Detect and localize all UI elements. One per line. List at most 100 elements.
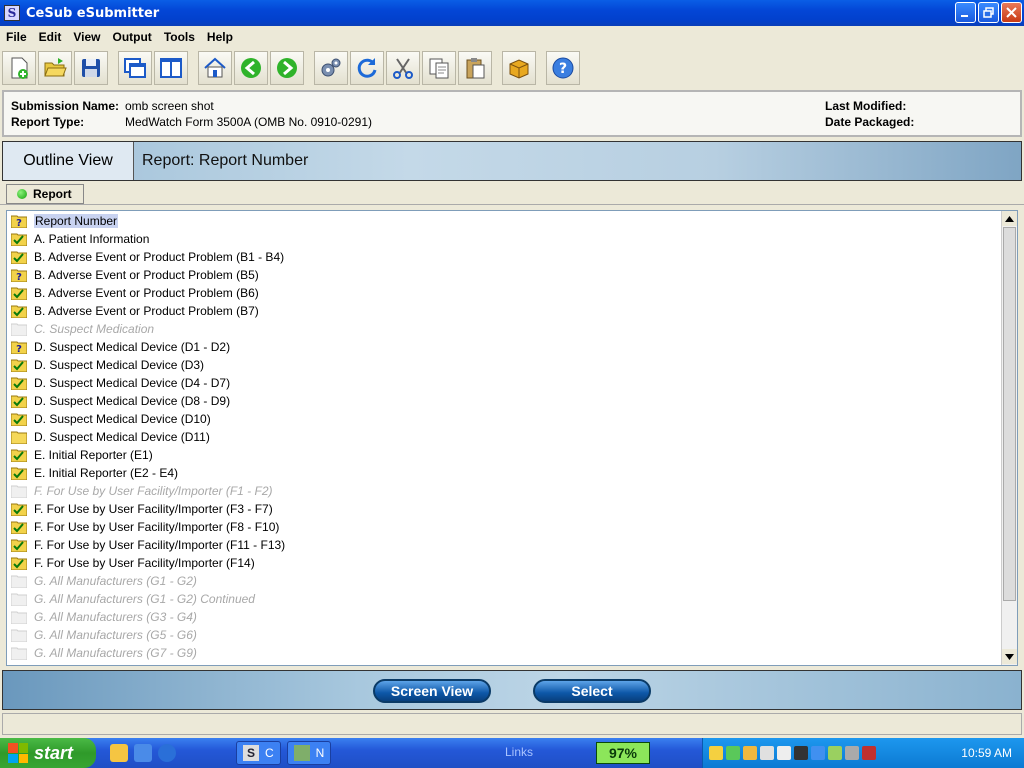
links-toolbar[interactable]: Links <box>505 745 533 759</box>
tray-icon[interactable] <box>845 746 859 760</box>
folder-check-icon <box>10 466 28 481</box>
tree-item-label: G. All Manufacturers (G1 - G2) <box>34 574 197 588</box>
copy-button[interactable] <box>422 51 456 85</box>
menu-output[interactable]: Output <box>112 30 151 44</box>
task-2-label: N <box>315 746 325 760</box>
outline-view-tab[interactable]: Outline View <box>3 142 134 180</box>
tray-icon[interactable] <box>726 746 740 760</box>
cut-button[interactable] <box>386 51 420 85</box>
outline-title: Report: Report Number <box>142 152 309 169</box>
settings-gears-icon <box>321 58 341 77</box>
tree-item-label: G. All Manufacturers (G1 - G2) Continued <box>34 592 255 606</box>
tray-icon[interactable] <box>760 746 774 760</box>
menu-file[interactable]: File <box>6 30 27 44</box>
tree-item[interactable]: F. For Use by User Facility/Importer (F1… <box>10 482 272 500</box>
menu-help[interactable]: Help <box>207 30 233 44</box>
paste-button[interactable] <box>458 51 492 85</box>
tree-item[interactable]: G. All Manufacturers (G5 - G6) <box>10 626 197 644</box>
select-button[interactable]: Select <box>533 679 651 703</box>
quick-launch-icon[interactable] <box>134 744 152 762</box>
tree-item[interactable]: D. Suspect Medical Device (D4 - D7) <box>10 374 230 392</box>
folder-check-icon <box>10 376 28 391</box>
minimize-button[interactable] <box>955 2 976 23</box>
tray-icon[interactable] <box>777 746 791 760</box>
menu-edit[interactable]: Edit <box>39 30 62 44</box>
restore-button[interactable] <box>978 2 999 23</box>
tree-item-label: D. Suspect Medical Device (D8 - D9) <box>34 394 231 408</box>
refresh-icon <box>357 58 377 78</box>
close-button[interactable] <box>1001 2 1022 23</box>
folder-check-icon <box>10 448 28 463</box>
tree-item[interactable]: E. Initial Reporter (E1) <box>10 446 153 464</box>
tree-item[interactable]: ? B. Adverse Event or Product Problem (B5… <box>10 266 259 284</box>
save-button[interactable] <box>74 51 108 85</box>
report-type-value: MedWatch Form 3500A (OMB No. 0910-0291) <box>125 115 372 129</box>
save-icon <box>82 59 100 77</box>
tree-item[interactable]: G. All Manufacturers (G7 - G9) <box>10 644 197 662</box>
menu-view[interactable]: View <box>73 30 100 44</box>
folder-disabled-icon <box>10 628 28 643</box>
tray-icon[interactable] <box>862 746 876 760</box>
tree-item[interactable]: D. Suspect Medical Device (D11) <box>10 428 210 446</box>
folder-check-icon <box>10 538 28 553</box>
tree-item[interactable]: D. Suspect Medical Device (D8 - D9) <box>10 392 231 410</box>
menu-tools[interactable]: Tools <box>164 30 195 44</box>
tray-icon[interactable] <box>811 746 825 760</box>
tree-item[interactable]: F. For Use by User Facility/Importer (F1… <box>10 554 255 572</box>
folder-check-icon <box>10 358 28 373</box>
tree-item[interactable]: C. Suspect Medication <box>10 320 155 338</box>
folder-disabled-icon <box>10 484 28 499</box>
internet-explorer-icon[interactable] <box>158 744 176 762</box>
tree-item-label: B. Adverse Event or Product Problem (B6) <box>34 286 259 300</box>
folder-check-icon <box>10 232 28 247</box>
tree-item[interactable]: B. Adverse Event or Product Problem (B7) <box>10 302 259 320</box>
back-button[interactable] <box>234 51 268 85</box>
tree-item[interactable]: E. Initial Reporter (E2 - E4) <box>10 464 178 482</box>
tree-item-label: Report Number <box>34 214 119 228</box>
folder-check-icon <box>10 556 28 571</box>
settings-button[interactable] <box>314 51 348 85</box>
open-folder-button[interactable] <box>38 51 72 85</box>
scroll-thumb[interactable] <box>1003 227 1016 601</box>
tray-icon[interactable] <box>828 746 842 760</box>
tree-item[interactable]: G. All Manufacturers (G1 - G2) <box>10 572 197 590</box>
refresh-button[interactable] <box>350 51 384 85</box>
home-button[interactable] <box>198 51 232 85</box>
open-folder-icon <box>44 58 67 77</box>
start-button[interactable]: start <box>0 738 96 768</box>
scroll-down-button[interactable] <box>1002 649 1017 664</box>
tree-item[interactable]: G. All Manufacturers (G1 - G2) Continued <box>10 590 255 608</box>
tree-item[interactable]: A. Patient Information <box>10 230 149 248</box>
tree-item[interactable]: F. For Use by User Facility/Importer (F8… <box>10 518 279 536</box>
tree-item[interactable]: F. For Use by User Facility/Importer (F1… <box>10 536 285 554</box>
tree-item[interactable]: D. Suspect Medical Device (D10) <box>10 410 211 428</box>
tree-item-label: C. Suspect Medication <box>34 322 155 336</box>
help-button[interactable]: ? <box>546 51 580 85</box>
forward-button[interactable] <box>270 51 304 85</box>
report-tab[interactable]: Report <box>6 184 84 204</box>
tree-item[interactable]: D. Suspect Medical Device (D3) <box>10 356 204 374</box>
tree-item[interactable]: B. Adverse Event or Product Problem (B6) <box>10 284 259 302</box>
new-document-button[interactable] <box>2 51 36 85</box>
screen-view-button[interactable]: Screen View <box>373 679 491 703</box>
scroll-up-button[interactable] <box>1002 211 1017 226</box>
minimize-icon <box>961 15 968 17</box>
cascade-windows-button[interactable] <box>118 51 152 85</box>
split-view-button[interactable] <box>154 51 188 85</box>
tray-icon[interactable] <box>709 746 723 760</box>
tree-item[interactable]: ? Report Number <box>10 212 119 230</box>
back-arrow-icon <box>241 58 261 78</box>
tree-item-label: G. All Manufacturers (G3 - G4) <box>34 610 197 624</box>
tree-item[interactable]: G. All Manufacturers (G3 - G4) <box>10 608 197 626</box>
tree-item[interactable]: B. Adverse Event or Product Problem (B1 … <box>10 248 284 266</box>
tree-item-label: D. Suspect Medical Device (D11) <box>34 430 210 444</box>
package-button[interactable] <box>502 51 536 85</box>
vertical-scrollbar[interactable] <box>1001 211 1017 665</box>
tray-icon[interactable] <box>743 746 757 760</box>
quick-launch-icon[interactable] <box>110 744 128 762</box>
tree-item[interactable]: F. For Use by User Facility/Importer (F3… <box>10 500 273 518</box>
taskbar-task-1[interactable]: S C <box>236 741 281 765</box>
tree-item[interactable]: ? D. Suspect Medical Device (D1 - D2) <box>10 338 230 356</box>
taskbar-task-2[interactable]: N <box>286 741 332 765</box>
tray-icon[interactable] <box>794 746 808 760</box>
